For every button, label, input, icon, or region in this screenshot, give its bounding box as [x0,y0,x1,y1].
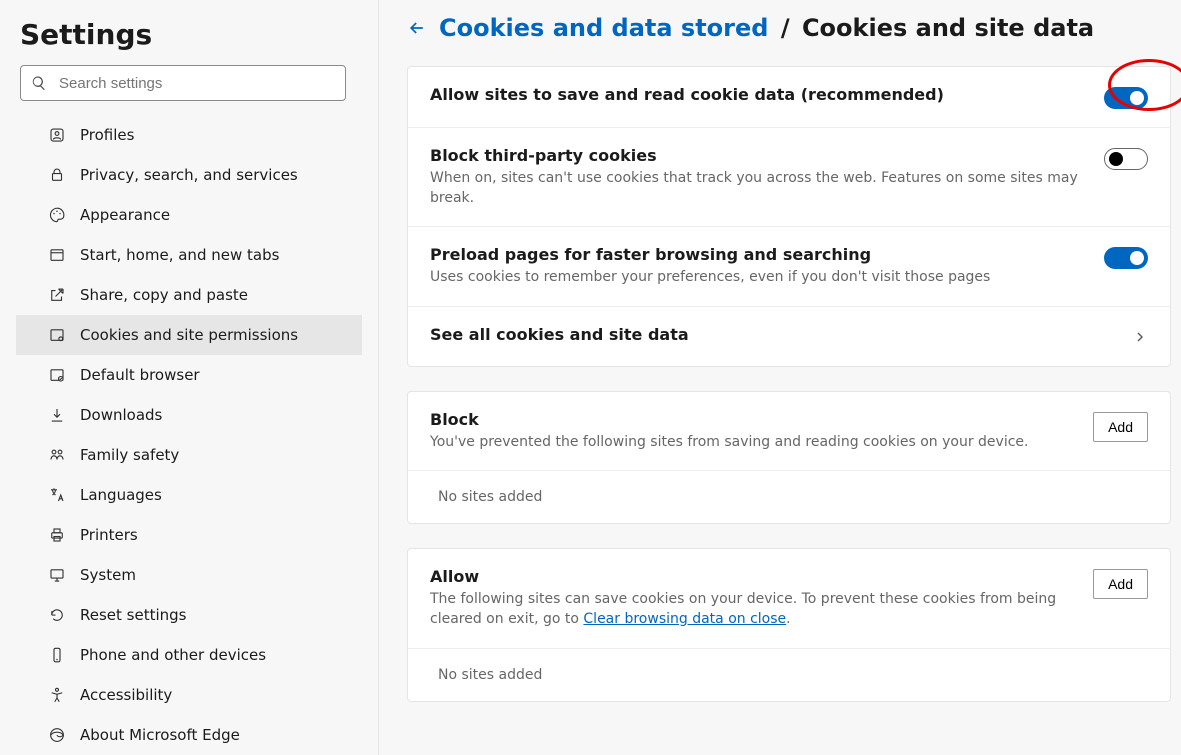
search-icon [31,75,47,91]
main-panel: Cookies and data stored / Cookies and si… [379,0,1181,755]
sidebar-item-family-safety[interactable]: Family safety [16,435,362,475]
sidebar-item-label: Privacy, search, and services [80,166,298,184]
sidebar-item-label: Share, copy and paste [80,286,248,304]
settings-sidebar: Settings Profiles Privacy, search, and se… [0,0,379,755]
sidebar-item-label: Start, home, and new tabs [80,246,279,264]
sidebar-item-label: Cookies and site permissions [80,326,298,344]
sidebar-item-label: Phone and other devices [80,646,266,664]
block-desc: You've prevented the following sites fro… [430,433,1073,453]
sidebar-item-label: Accessibility [80,686,172,704]
system-icon [48,566,66,584]
sidebar-item-downloads[interactable]: Downloads [16,395,362,435]
cookie-icon [48,326,66,344]
sidebar-item-label: Languages [80,486,162,504]
back-button[interactable] [407,18,427,38]
download-icon [48,406,66,424]
settings-title: Settings [0,16,362,65]
printer-icon [48,526,66,544]
breadcrumb-current: Cookies and site data [802,14,1094,42]
sidebar-nav: Profiles Privacy, search, and services App… [0,115,362,755]
phone-icon [48,646,66,664]
sidebar-item-label: Printers [80,526,138,544]
row-allow-cookies: Allow sites to save and read cookie data… [408,67,1170,128]
block-add-button[interactable]: Add [1093,412,1148,442]
block-title: Block [430,410,1073,429]
allow-desc-suffix: . [786,611,790,627]
family-icon [48,446,66,464]
sidebar-item-system[interactable]: System [16,555,362,595]
profile-icon [48,126,66,144]
sidebar-item-label: Profiles [80,126,134,144]
sidebar-item-start-home-and-new-tabs[interactable]: Start, home, and new tabs [16,235,362,275]
allow-cookies-title: Allow sites to save and read cookie data… [430,85,1084,104]
sidebar-item-label: Downloads [80,406,162,424]
block-empty: No sites added [408,471,1170,523]
sidebar-item-phone-and-other-devices[interactable]: Phone and other devices [16,635,362,675]
preload-title: Preload pages for faster browsing and se… [430,245,1084,264]
block-sites-card: Block You've prevented the following sit… [407,391,1171,525]
sidebar-item-label: System [80,566,136,584]
row-preload: Preload pages for faster browsing and se… [408,227,1170,307]
browser-icon [48,366,66,384]
breadcrumb-separator: / [781,14,790,42]
search-input[interactable] [59,75,335,92]
chevron-right-icon [1132,329,1148,345]
allow-title: Allow [430,567,1073,586]
sidebar-item-label: Appearance [80,206,170,224]
sidebar-item-default-browser[interactable]: Default browser [16,355,362,395]
breadcrumb-parent[interactable]: Cookies and data stored [439,14,768,42]
sidebar-item-profiles[interactable]: Profiles [16,115,362,155]
clear-browsing-link[interactable]: Clear browsing data on close [583,611,786,627]
arrow-left-icon [407,18,427,38]
block-header-row: Block You've prevented the following sit… [408,392,1170,472]
share-icon [48,286,66,304]
row-see-all-cookies[interactable]: See all cookies and site data [408,307,1170,366]
lock-icon [48,166,66,184]
sidebar-item-printers[interactable]: Printers [16,515,362,555]
toggle-allow-cookies[interactable] [1104,87,1148,109]
edge-icon [48,726,66,744]
see-all-cookies-title: See all cookies and site data [430,325,1112,344]
allow-add-button[interactable]: Add [1093,569,1148,599]
allow-sites-card: Allow The following sites can save cooki… [407,548,1171,701]
sidebar-item-about-microsoft-edge[interactable]: About Microsoft Edge [16,715,362,755]
cookie-settings-card: Allow sites to save and read cookie data… [407,66,1171,367]
row-block-third-party: Block third-party cookies When on, sites… [408,128,1170,227]
search-settings[interactable] [20,65,346,101]
toggle-preload[interactable] [1104,247,1148,269]
sidebar-item-reset-settings[interactable]: Reset settings [16,595,362,635]
allow-desc: The following sites can save cookies on … [430,590,1073,629]
sidebar-item-appearance[interactable]: Appearance [16,195,362,235]
preload-desc: Uses cookies to remember your preference… [430,268,1084,288]
sidebar-item-languages[interactable]: Languages [16,475,362,515]
sidebar-item-cookies-and-site-permissions[interactable]: Cookies and site permissions [16,315,362,355]
block-third-party-desc: When on, sites can't use cookies that tr… [430,169,1084,208]
sidebar-item-label: Family safety [80,446,179,464]
toggle-block-third-party[interactable] [1104,148,1148,170]
allow-header-row: Allow The following sites can save cooki… [408,549,1170,648]
palette-icon [48,206,66,224]
sidebar-item-label: Reset settings [80,606,187,624]
sidebar-item-label: Default browser [80,366,200,384]
sidebar-item-label: About Microsoft Edge [80,726,240,744]
block-third-party-title: Block third-party cookies [430,146,1084,165]
accessibility-icon [48,686,66,704]
language-icon [48,486,66,504]
allow-empty: No sites added [408,649,1170,701]
breadcrumb: Cookies and data stored / Cookies and si… [439,14,1094,42]
sidebar-item-share-copy-and-paste[interactable]: Share, copy and paste [16,275,362,315]
window-icon [48,246,66,264]
sidebar-item-privacy-search-and-services[interactable]: Privacy, search, and services [16,155,362,195]
sidebar-item-accessibility[interactable]: Accessibility [16,675,362,715]
reset-icon [48,606,66,624]
